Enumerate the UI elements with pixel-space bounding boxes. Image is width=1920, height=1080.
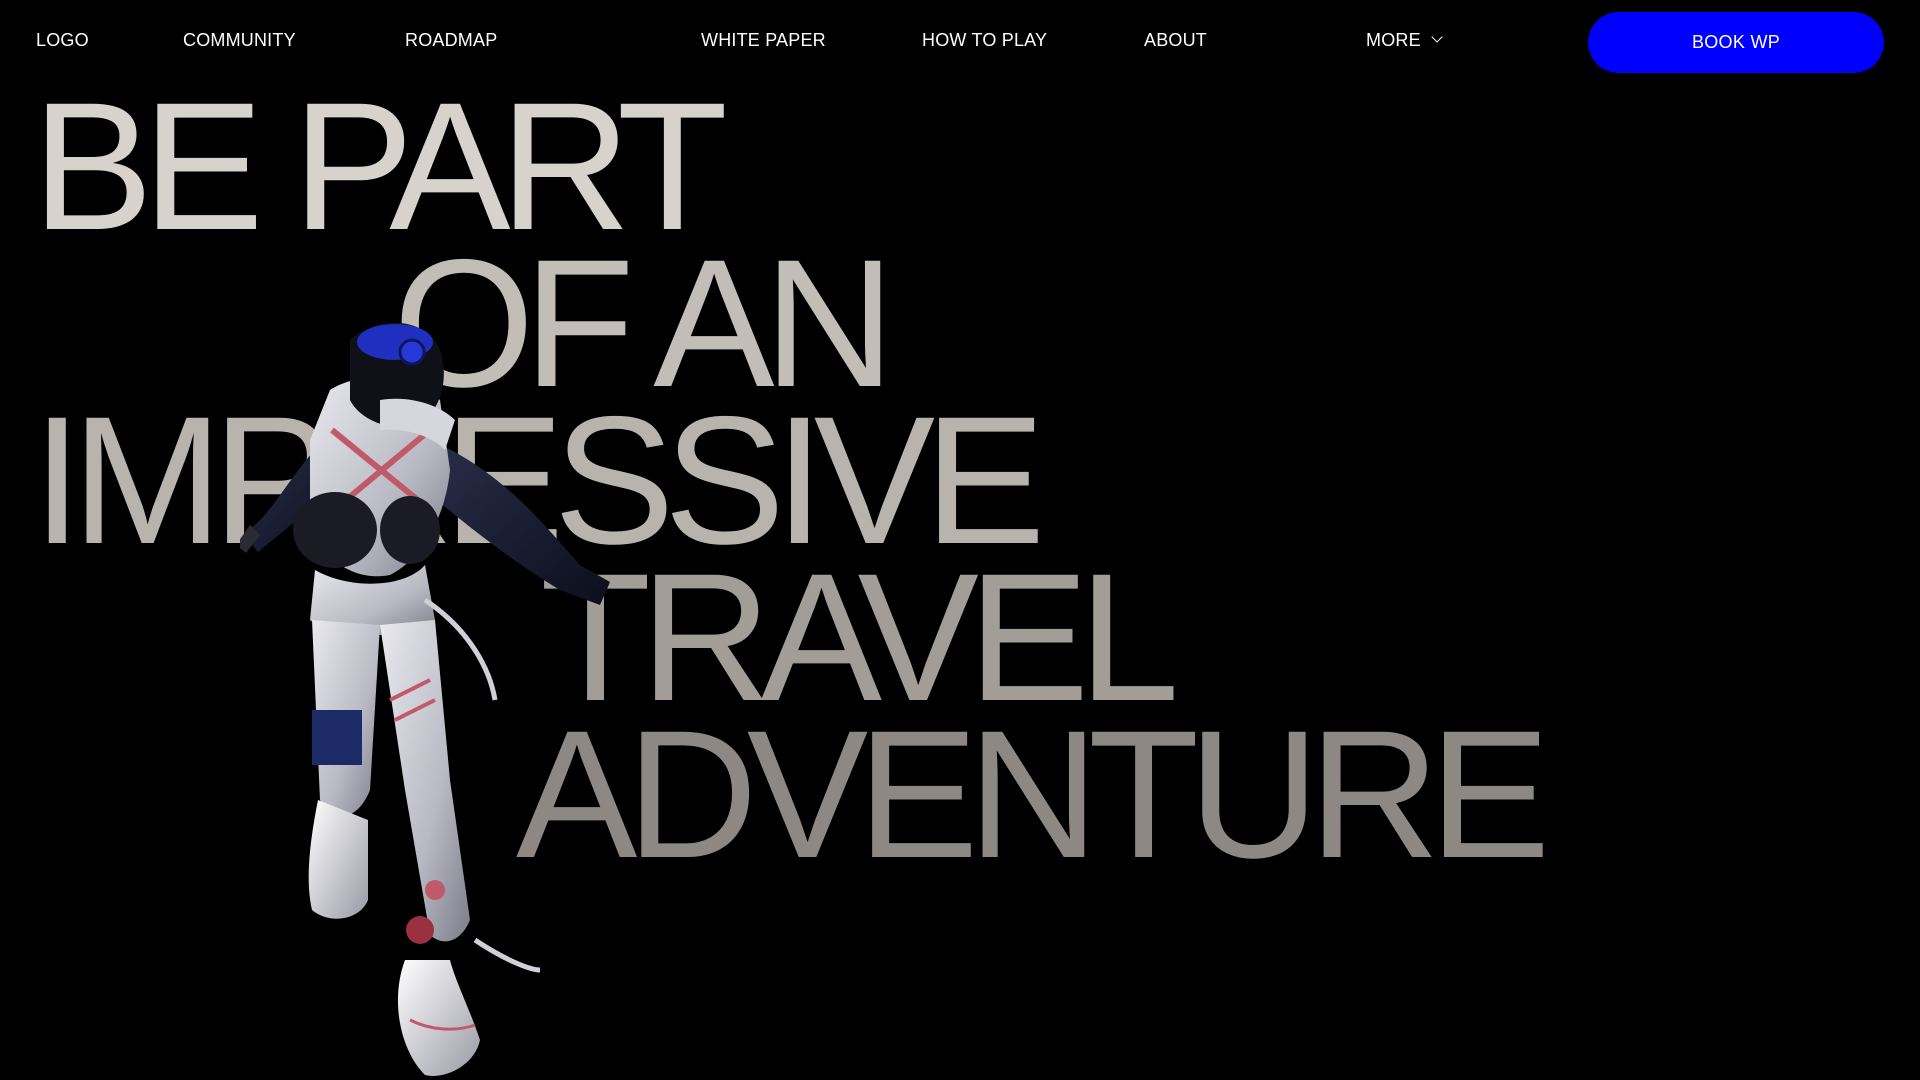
hero-headline-line-5: ADVENTURE xyxy=(516,692,1550,896)
astronaut-character-image xyxy=(240,322,610,1076)
hero-section: BE PART OF AN IMPRESSIVE TRAVEL ADVENTUR… xyxy=(0,0,1920,1080)
